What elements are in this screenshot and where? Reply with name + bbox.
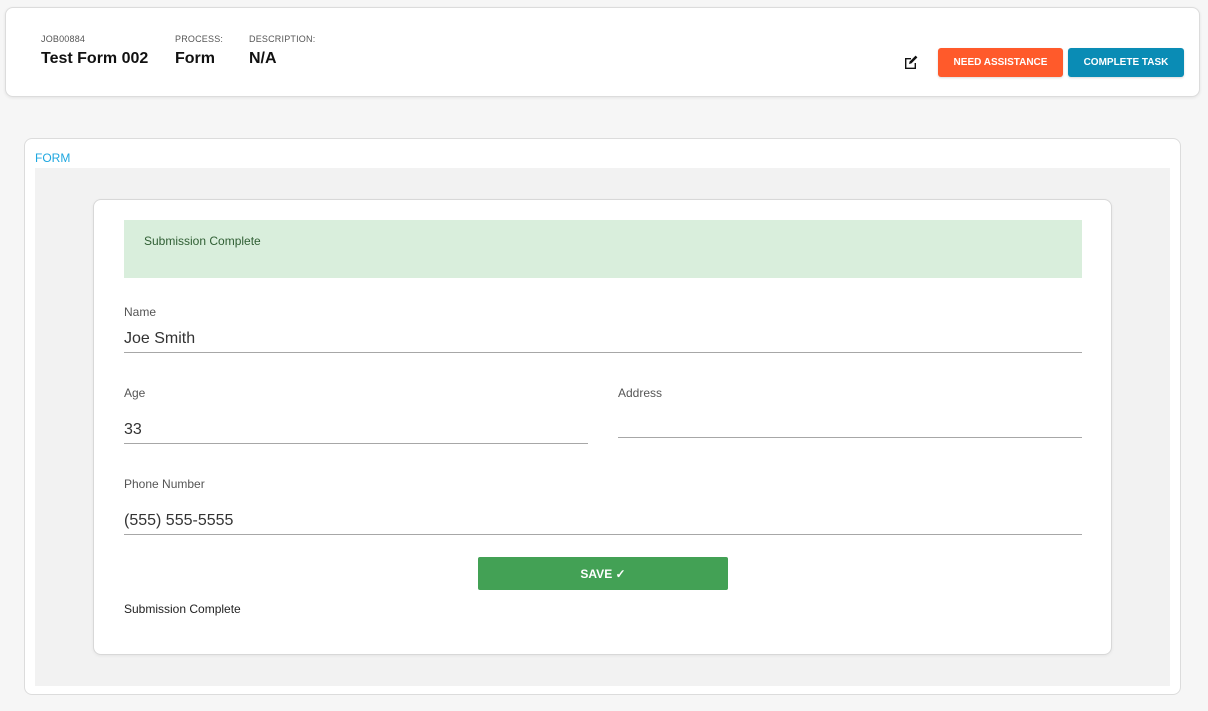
- phone-field[interactable]: [124, 507, 1082, 535]
- save-button[interactable]: SAVE ✓: [478, 557, 728, 590]
- process-label: PROCESS:: [175, 34, 224, 44]
- form-panel: FORM Submission Complete Name Age Addres…: [24, 138, 1181, 695]
- form-card: Submission Complete Name Age Address Pho…: [93, 199, 1112, 655]
- process-info: PROCESS: Form: [175, 34, 223, 69]
- success-alert: Submission Complete: [124, 220, 1082, 278]
- description-label: DESCRIPTION:: [249, 34, 316, 44]
- submission-status: Submission Complete: [124, 602, 241, 616]
- name-label: Name: [124, 305, 157, 319]
- address-field[interactable]: [618, 410, 1082, 438]
- description-info: DESCRIPTION: N/A: [249, 34, 315, 69]
- job-info: JOB00884 Test Form 002: [41, 34, 148, 69]
- task-header: JOB00884 Test Form 002 PROCESS: Form DES…: [5, 7, 1200, 97]
- address-label: Address: [618, 386, 663, 400]
- description-value: N/A: [249, 50, 277, 67]
- phone-label: Phone Number: [124, 477, 205, 491]
- tab-form[interactable]: FORM: [35, 151, 70, 165]
- age-field[interactable]: [124, 416, 588, 444]
- need-assistance-button[interactable]: NEED ASSISTANCE: [938, 48, 1063, 77]
- job-id: JOB00884: [41, 34, 86, 44]
- name-field[interactable]: [124, 325, 1082, 353]
- age-label: Age: [124, 386, 146, 400]
- process-value: Form: [175, 50, 215, 67]
- job-title: Test Form 002: [41, 50, 149, 67]
- form-area: Submission Complete Name Age Address Pho…: [35, 168, 1170, 686]
- complete-task-button[interactable]: COMPLETE TASK: [1068, 48, 1184, 77]
- edit-icon[interactable]: [903, 54, 919, 70]
